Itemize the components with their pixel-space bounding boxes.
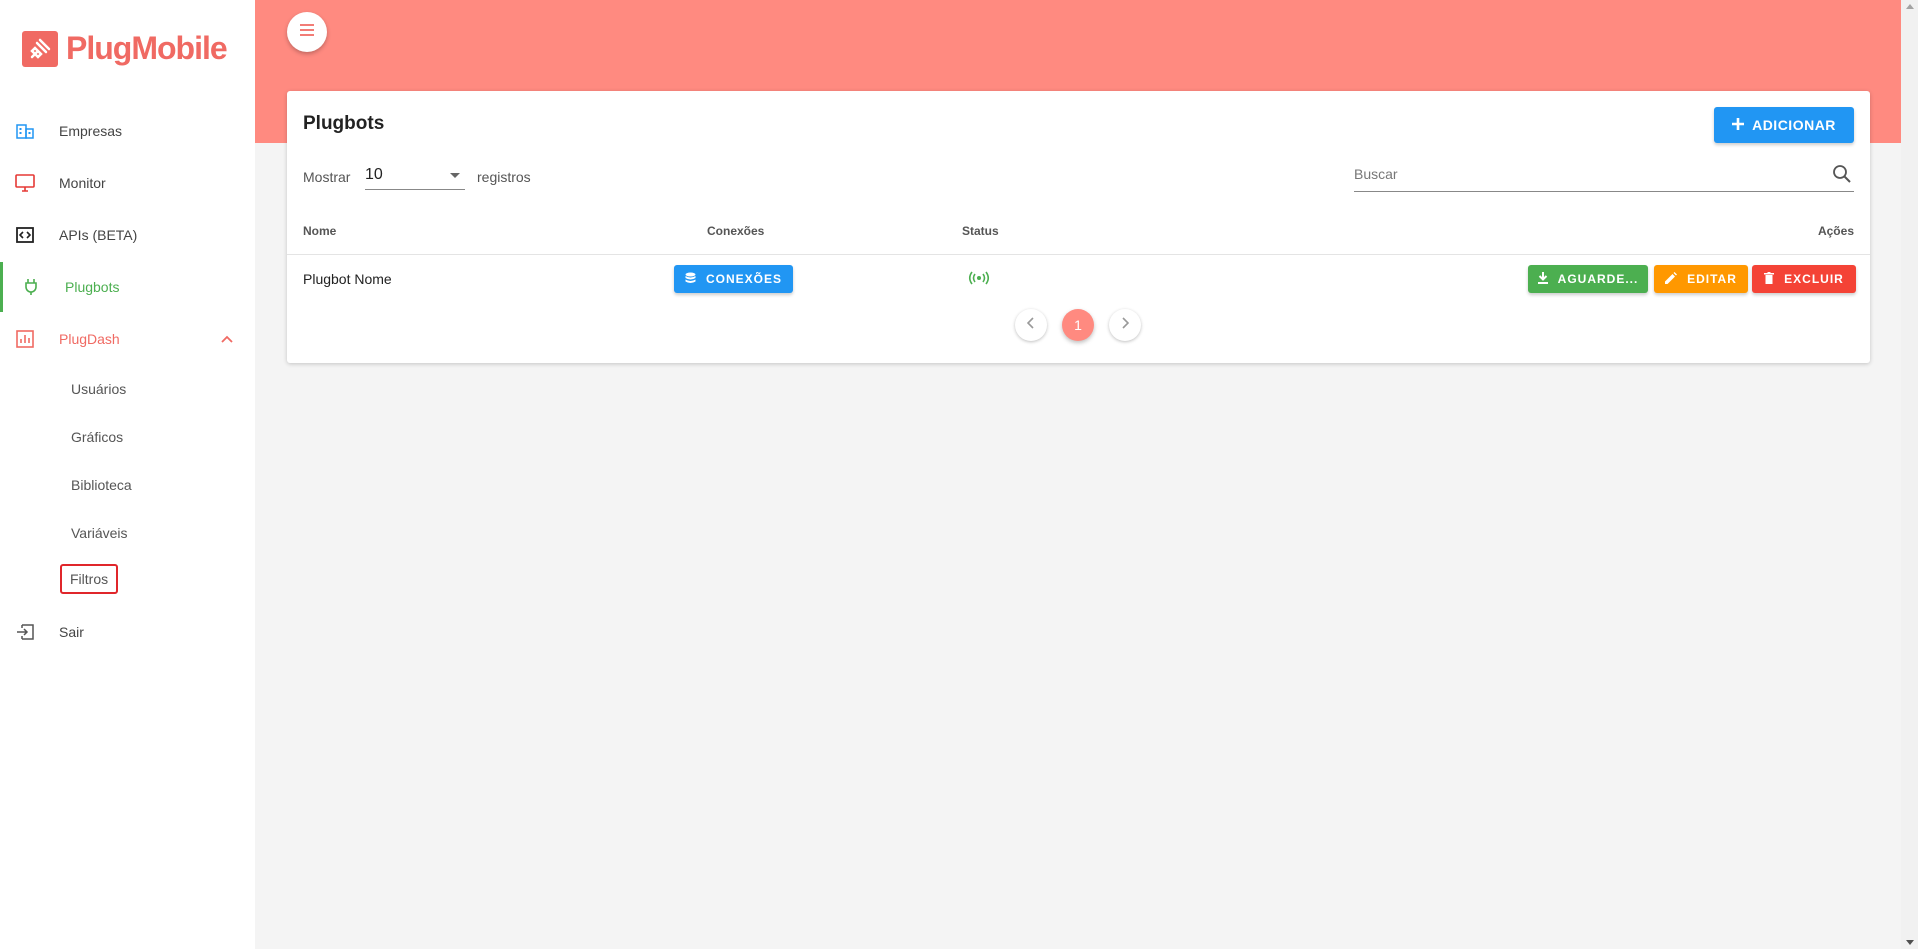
exit-icon — [15, 622, 35, 642]
chevron-up-icon[interactable] — [218, 330, 236, 348]
column-header-connections[interactable]: Conexões — [707, 224, 764, 238]
pagination-prev-button[interactable] — [1015, 309, 1047, 341]
sidebar-item-label: Empresas — [59, 123, 123, 139]
scroll-down-icon[interactable] — [1906, 940, 1914, 945]
trash-icon — [1764, 271, 1775, 287]
connections-button[interactable]: CONEXÕES — [674, 265, 793, 293]
code-icon — [15, 225, 35, 245]
monitor-icon — [15, 173, 35, 193]
sidebar-subitem-graficos[interactable]: Gráficos — [71, 429, 123, 445]
sidebar-subitem-variaveis[interactable]: Variáveis — [71, 525, 128, 541]
chevron-left-icon — [1026, 316, 1035, 334]
search-icon[interactable] — [1832, 164, 1852, 189]
chart-icon — [15, 329, 35, 349]
sidebar: PlugMobile Empresas Monitor APIs (BETA) … — [0, 0, 255, 949]
plugbots-card: Plugbots ADICIONAR Mostrar 10 registros … — [287, 91, 1870, 363]
delete-button-label: EXCLUIR — [1784, 272, 1844, 286]
column-header-status[interactable]: Status — [962, 224, 999, 238]
edit-button[interactable]: EDITAR — [1654, 265, 1748, 293]
sidebar-item-label: APIs (BETA) — [59, 227, 138, 243]
broadcast-icon — [968, 271, 990, 290]
sidebar-item-apis[interactable]: APIs (BETA) — [0, 210, 255, 260]
add-button-label: ADICIONAR — [1752, 117, 1836, 133]
database-icon — [685, 272, 696, 287]
sidebar-item-label: Monitor — [59, 175, 106, 191]
connections-button-label: CONEXÕES — [705, 272, 782, 286]
plug-icon — [21, 277, 41, 297]
page-size-select[interactable]: 10 — [365, 164, 465, 190]
sidebar-item-sair[interactable]: Sair — [0, 607, 255, 657]
sidebar-subitem-usuarios[interactable]: Usuários — [71, 381, 126, 397]
menu-button[interactable] — [287, 12, 327, 52]
plus-icon — [1732, 117, 1745, 133]
column-header-name[interactable]: Nome — [303, 224, 336, 238]
sidebar-item-monitor[interactable]: Monitor — [0, 158, 255, 208]
download-button-label: AGUARDE... — [1557, 272, 1639, 286]
table-divider — [287, 254, 1870, 255]
page-title: Plugbots — [303, 113, 385, 134]
add-button[interactable]: ADICIONAR — [1714, 107, 1854, 143]
records-label: registros — [477, 169, 531, 185]
pagination-page-current[interactable]: 1 — [1062, 309, 1094, 341]
plugbot-name: Plugbot Nome — [303, 271, 392, 287]
show-label: Mostrar — [303, 169, 351, 185]
sidebar-item-empresas[interactable]: Empresas — [0, 106, 255, 156]
sidebar-subitem-biblioteca[interactable]: Biblioteca — [71, 477, 132, 493]
delete-button[interactable]: EXCLUIR — [1752, 265, 1856, 293]
search-input[interactable]: Buscar — [1354, 157, 1854, 192]
sidebar-item-label: Plugbots — [65, 279, 120, 295]
sidebar-subitem-filtros[interactable]: Filtros — [59, 564, 119, 594]
plug-logo-icon — [22, 30, 58, 67]
download-button[interactable]: AGUARDE... — [1528, 265, 1648, 293]
logo[interactable]: PlugMobile — [22, 30, 228, 67]
sidebar-item-label: Sair — [59, 624, 84, 640]
caret-down-icon — [450, 173, 460, 178]
scroll-up-icon[interactable] — [1906, 4, 1914, 9]
sidebar-item-plugdash[interactable]: PlugDash — [0, 314, 255, 364]
page-size-value: 10 — [365, 166, 383, 183]
brand-name: PlugMobile — [66, 30, 228, 66]
chevron-right-icon — [1121, 316, 1130, 334]
building-icon — [15, 121, 35, 141]
sidebar-item-plugbots[interactable]: Plugbots — [0, 262, 255, 312]
sidebar-item-label: PlugDash — [59, 331, 120, 347]
pagination-next-button[interactable] — [1109, 309, 1141, 341]
pencil-icon — [1665, 271, 1678, 287]
download-icon — [1537, 271, 1548, 287]
page-scrollbar[interactable] — [1901, 0, 1918, 949]
column-header-actions: Ações — [1817, 224, 1854, 238]
search-placeholder: Buscar — [1354, 166, 1398, 182]
edit-button-label: EDITAR — [1687, 272, 1737, 286]
hamburger-icon — [299, 23, 315, 41]
